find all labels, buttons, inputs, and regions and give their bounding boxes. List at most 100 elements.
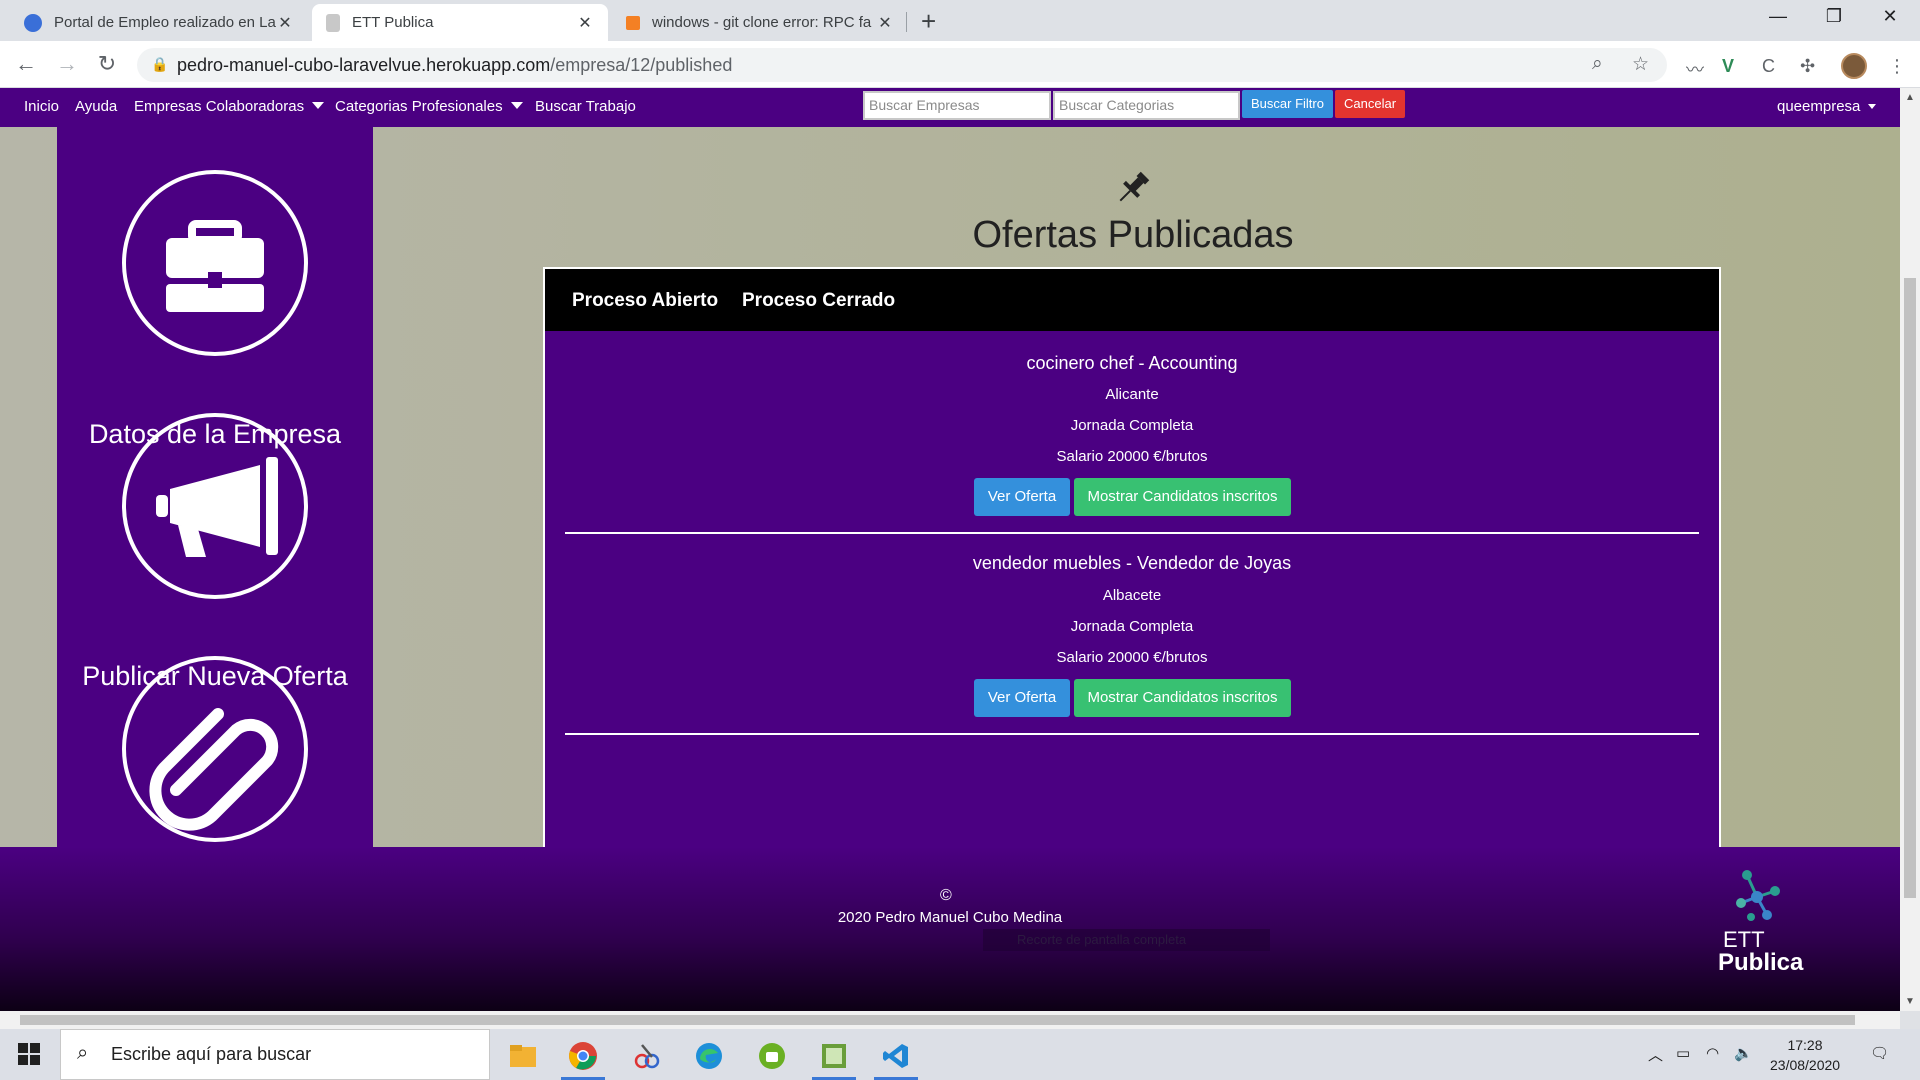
browser-toolbar: ← → ↻ 🔒 pedro-manuel-cubo-laravelvue.her… <box>0 41 1920 88</box>
snip-tooltip: Recorte de pantalla completa <box>983 929 1270 951</box>
sidebar-new-offer-button[interactable] <box>122 413 308 599</box>
clock-date: 23/08/2020 <box>1770 1057 1841 1073</box>
offers-tab-bar: Proceso Abierto Proceso Cerrado <box>545 269 1719 331</box>
chrome-icon[interactable] <box>558 1035 608 1080</box>
user-menu[interactable]: queempresa <box>1777 98 1877 115</box>
browser-tab-bar: Portal de Empleo realizado en La ✕ ETT P… <box>0 0 1920 41</box>
horizontal-scrollbar[interactable] <box>0 1011 1900 1029</box>
close-tab-icon[interactable]: ✕ <box>576 13 594 33</box>
edge-icon[interactable] <box>684 1035 734 1077</box>
windows-start-icon[interactable] <box>18 1043 40 1070</box>
offer-divider <box>565 733 1699 735</box>
close-tab-icon[interactable]: ✕ <box>276 13 294 33</box>
restore-icon[interactable]: ❐ <box>1814 6 1854 27</box>
volume-icon[interactable]: 🔈 <box>1734 1044 1753 1062</box>
view-offer-button[interactable]: Ver Oferta <box>974 478 1070 516</box>
offer-schedule: Jornada Completa <box>1070 417 1194 434</box>
offer-location: Alicante <box>1105 386 1159 403</box>
view-offer-button[interactable]: Ver Oferta <box>974 679 1070 717</box>
sidebar: Datos de la Empresa Publicar Nueva Ofert… <box>57 127 373 847</box>
caret-down-icon <box>312 102 325 109</box>
browser-menu-icon[interactable]: ⋮ <box>1888 56 1906 77</box>
nav-link-ayuda[interactable]: Ayuda <box>75 98 117 115</box>
minimize-icon[interactable]: — <box>1758 6 1798 27</box>
forward-arrow-icon[interactable]: → <box>53 51 81 77</box>
nav-link-buscar-trabajo[interactable]: Buscar Trabajo <box>535 98 636 115</box>
search-companies-input[interactable]: Buscar Empresas <box>863 91 1051 120</box>
back-arrow-icon[interactable]: ← <box>12 51 40 77</box>
tab-title: windows - git clone error: RPC fa <box>652 14 872 31</box>
spreadsheet-app-icon[interactable] <box>809 1035 859 1080</box>
offer-divider <box>565 532 1699 534</box>
offer-title: vendedor muebles - Vendedor de Joyas <box>972 553 1292 573</box>
cancel-button[interactable]: Cancelar <box>1335 90 1406 118</box>
file-explorer-icon[interactable] <box>498 1035 548 1077</box>
caret-down-icon <box>1868 104 1877 109</box>
lock-icon: 🔒 <box>151 56 169 72</box>
android-store-icon[interactable] <box>747 1035 797 1077</box>
sidebar-published-offers-button[interactable] <box>122 656 308 842</box>
browser-tab-portal[interactable]: Portal de Empleo realizado en La ✕ <box>10 4 308 41</box>
tab-favicon-icon <box>626 15 640 30</box>
browser-tab-stackoverflow[interactable]: windows - git clone error: RPC fa ✕ <box>612 4 908 41</box>
nav-link-inicio[interactable]: Inicio <box>24 98 59 115</box>
url-text: pedro-manuel-cubo-laravelvue.herokuapp.c… <box>177 55 733 75</box>
search-categories-input[interactable]: Buscar Categorias <box>1053 91 1240 120</box>
profile-avatar[interactable] <box>1841 53 1867 79</box>
notifications-icon[interactable]: 🗨 <box>1870 1044 1889 1062</box>
close-tab-icon[interactable]: ✕ <box>876 13 894 33</box>
vscode-icon[interactable] <box>871 1035 921 1080</box>
tab-favicon-icon <box>24 13 42 32</box>
tray-chevron-up-icon[interactable]: ︿ <box>1648 1044 1663 1065</box>
scroll-down-icon[interactable]: ▼ <box>1900 996 1920 1007</box>
search-icon: ⌕ <box>77 1042 89 1064</box>
logo-text-publica: Publica <box>1718 949 1804 976</box>
nav-dropdown-empresas[interactable]: Empresas Colaboradoras <box>134 98 325 115</box>
extension-c-icon[interactable]: C <box>1762 56 1775 77</box>
clock-time: 17:28 <box>1787 1037 1823 1053</box>
pushpin-icon <box>1113 168 1153 213</box>
address-bar[interactable]: 🔒 pedro-manuel-cubo-laravelvue.herokuapp… <box>137 48 1667 82</box>
scroll-up-icon[interactable]: ▲ <box>1900 92 1920 103</box>
tab-closed-process[interactable]: Proceso Cerrado <box>742 290 895 312</box>
scrollbar-thumb[interactable] <box>20 1015 1855 1025</box>
copyright-text: 2020 Pedro Manuel Cubo Medina <box>837 909 1063 926</box>
offer-schedule: Jornada Completa <box>1070 618 1194 635</box>
briefcase-icon <box>166 220 264 312</box>
tab-open-process[interactable]: Proceso Abierto <box>572 290 718 312</box>
page-viewport: Inicio Ayuda Empresas Colaboradoras Cate… <box>0 88 1900 1011</box>
taskbar-search-placeholder: Escribe aquí para buscar <box>111 1044 312 1064</box>
nav-dropdown-categorias[interactable]: Categorias Profesionales <box>335 98 523 115</box>
offers-card: Proceso Abierto Proceso Cerrado cocinero… <box>543 267 1721 862</box>
battery-icon[interactable]: ▭ <box>1676 1044 1690 1062</box>
reload-icon[interactable]: ↻ <box>93 51 121 77</box>
wifi-icon[interactable]: ◠ <box>1706 1044 1719 1062</box>
scrollbar-thumb[interactable] <box>1904 278 1916 898</box>
caret-down-icon <box>510 102 523 109</box>
new-tab-icon[interactable]: + <box>921 6 936 37</box>
close-window-icon[interactable]: ✕ <box>1870 6 1910 27</box>
show-candidates-button[interactable]: Mostrar Candidatos inscritos <box>1074 679 1291 717</box>
browser-tab-ett[interactable]: ETT Publica ✕ <box>312 4 608 41</box>
zoom-icon[interactable]: ⌕ <box>1592 53 1603 75</box>
bookmark-star-icon[interactable]: ☆ <box>1632 53 1649 76</box>
taskbar-search-box[interactable]: ⌕ Escribe aquí para buscar <box>60 1029 490 1080</box>
extensions-puzzle-icon[interactable]: ✣ <box>1800 56 1815 77</box>
sidebar-company-data-button[interactable] <box>122 170 308 356</box>
vertical-scrollbar[interactable]: ▲ ▼ <box>1900 88 1920 1011</box>
extension-vue-icon[interactable]: V <box>1722 56 1734 77</box>
tab-separator <box>906 12 907 32</box>
offer-salary: Salario 20000 €/brutos <box>1056 448 1208 465</box>
taskbar-clock[interactable]: 17:28 23/08/2020 <box>1770 1035 1840 1075</box>
logo-molecule-icon <box>1736 870 1780 921</box>
copyright-icon: © <box>940 887 952 904</box>
tab-title: Portal de Empleo realizado en La <box>54 14 276 31</box>
offer-salary: Salario 20000 €/brutos <box>1056 649 1208 666</box>
show-candidates-button[interactable]: Mostrar Candidatos inscritos <box>1074 478 1291 516</box>
search-filter-button[interactable]: Buscar Filtro <box>1242 90 1333 118</box>
snipping-tool-icon[interactable] <box>622 1035 672 1077</box>
windows-taskbar: ⌕ Escribe aquí para buscar ︿ ▭ ◠ 🔈 17:28… <box>0 1029 1920 1080</box>
tab-favicon-icon <box>326 13 340 32</box>
ett-publica-logo: ETT Publica <box>1705 867 1815 977</box>
extension-sound-icon[interactable]: 〰 <box>1686 56 1704 82</box>
